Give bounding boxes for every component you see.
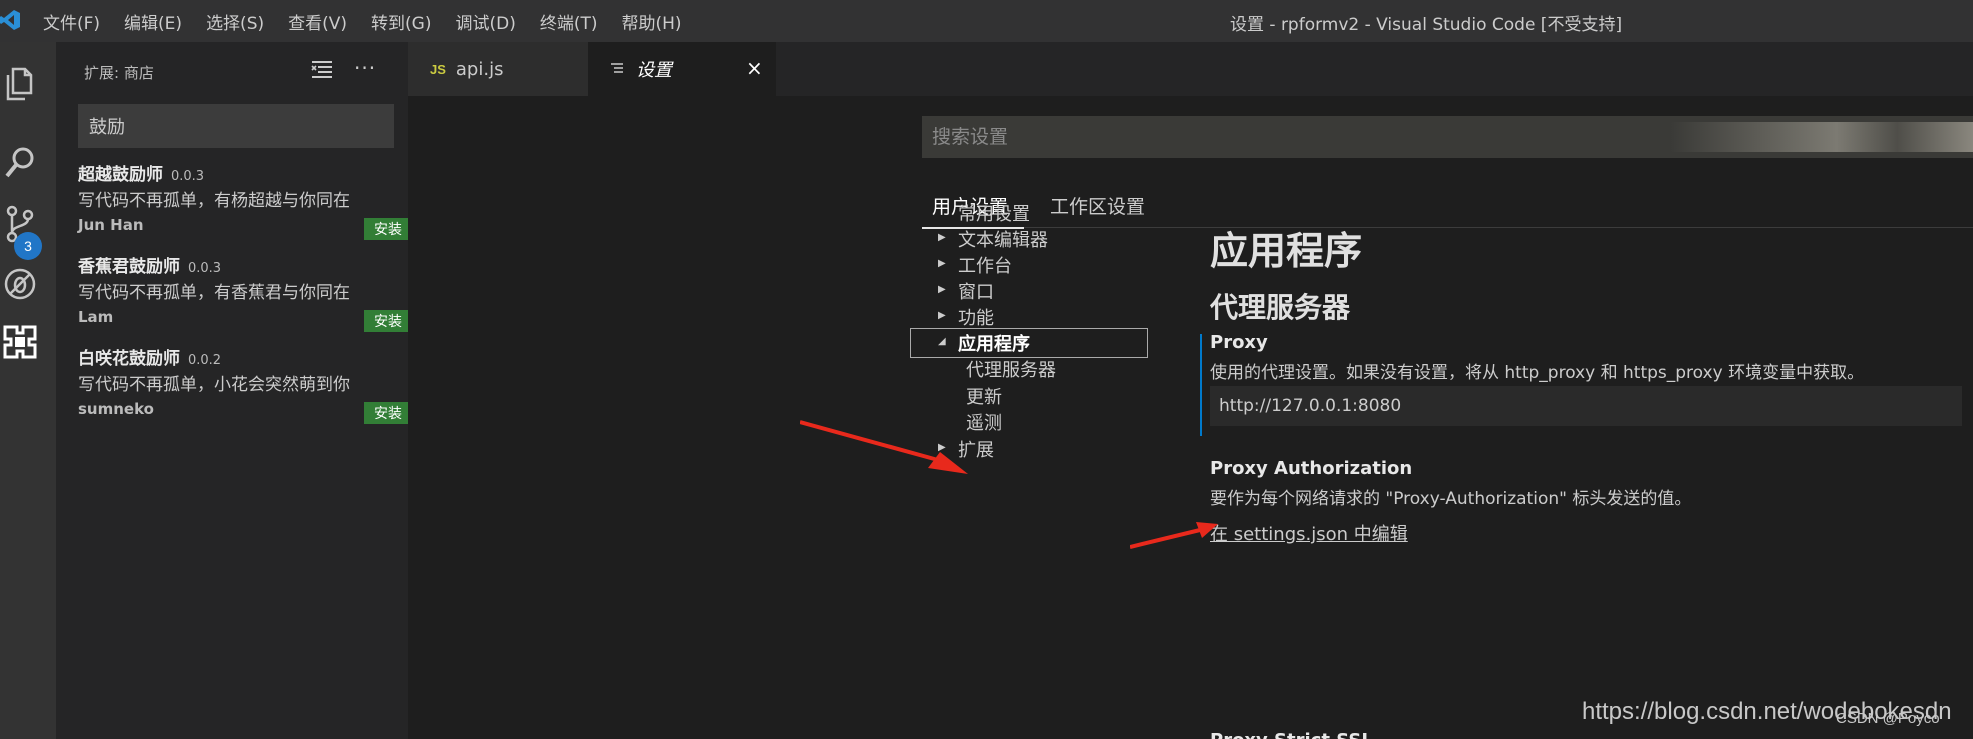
activity-bar: 3 — [0, 42, 56, 739]
extensions-icon[interactable] — [0, 320, 40, 364]
extension-author: Lam — [78, 308, 114, 326]
toc-item-telemetry[interactable]: 遥测 — [966, 409, 1002, 435]
install-button[interactable]: 安装 — [364, 402, 412, 424]
toc-item-workbench[interactable]: 工作台 — [958, 252, 1012, 278]
settings-editor: 用户设置 工作区设置 常用设置 ▶ 文本编辑器 ▶ 工作台 ▶ 窗口 ▶ 功能 … — [408, 96, 1973, 739]
search-bar-decoration — [1670, 122, 1973, 152]
sidebar-title: 扩展: 商店 — [84, 64, 154, 82]
annotation-arrow-icon — [1130, 522, 1218, 549]
more-actions-icon[interactable]: ··· — [354, 56, 376, 80]
proxy-input[interactable] — [1210, 386, 1962, 426]
toc-item-text-editor[interactable]: 文本编辑器 — [958, 226, 1048, 252]
tab-label: 设置 — [636, 60, 672, 81]
toc-item-update[interactable]: 更新 — [966, 383, 1002, 409]
debug-icon[interactable] — [0, 262, 40, 306]
toc-item-application[interactable]: 应用程序 — [958, 330, 1030, 356]
section-heading: 应用程序 — [1210, 229, 1363, 273]
vscode-logo-icon — [0, 10, 20, 30]
extension-version: 0.0.2 — [188, 353, 222, 368]
edit-in-settings-json-link[interactable]: 在 settings.json 中编辑 — [1210, 520, 1408, 546]
menu-view[interactable]: 查看(V) — [288, 9, 347, 34]
extension-item[interactable]: 超越鼓励师 0.0.3 写代码不再孤单，有杨超越与你同在 Jun Han 安装 — [78, 160, 412, 252]
menu-bar: 文件(F) 编辑(E) 选择(S) 查看(V) 转到(G) 调试(D) 终端(T… — [43, 0, 706, 42]
editor-tabs-bar: JS api.js 设置 × — [408, 42, 1973, 96]
menu-terminal[interactable]: 终端(T) — [540, 9, 598, 34]
menu-selection[interactable]: 选择(S) — [206, 9, 264, 34]
tab-workspace-settings[interactable]: 工作区设置 — [1050, 192, 1145, 227]
chevron-right-icon: ▶ — [938, 284, 946, 295]
toc-item-features[interactable]: 功能 — [958, 304, 994, 330]
explorer-icon[interactable] — [0, 62, 40, 106]
proxy-authorization-description: 要作为每个网络请求的 "Proxy-Authorization" 标头发送的值。 — [1210, 489, 1692, 509]
extension-item[interactable]: 香蕉君鼓励师 0.0.3 写代码不再孤单，有香蕉君与你同在 Lam 安装 — [78, 252, 412, 344]
chevron-right-icon: ▶ — [938, 232, 946, 243]
install-button[interactable]: 安装 — [364, 310, 412, 332]
close-icon[interactable]: × — [746, 56, 763, 80]
extension-description: 写代码不再孤单，有香蕉君与你同在 — [78, 283, 350, 303]
chevron-right-icon: ▶ — [938, 310, 946, 321]
extensions-search-input[interactable] — [78, 104, 394, 148]
annotation-arrow-icon — [800, 420, 968, 474]
menu-file[interactable]: 文件(F) — [43, 9, 100, 34]
extension-item[interactable]: 白咲花鼓励师 0.0.2 写代码不再孤单，小花会突然萌到你 sumneko 安装 — [78, 344, 412, 436]
extension-name: 超越鼓励师 — [78, 165, 163, 185]
extension-description: 写代码不再孤单，有杨超越与你同在 — [78, 191, 350, 211]
subsection-heading: 代理服务器 — [1210, 291, 1351, 324]
watermark-csdn: CSDN @Poyco — [1836, 710, 1940, 727]
toc-item-common[interactable]: 常用设置 — [958, 200, 1030, 226]
menu-go[interactable]: 转到(G) — [371, 9, 431, 34]
clear-extensions-icon[interactable] — [310, 58, 334, 82]
tab-label: api.js — [455, 58, 504, 80]
menu-edit[interactable]: 编辑(E) — [124, 9, 182, 34]
menu-debug[interactable]: 调试(D) — [455, 9, 515, 34]
settings-file-icon — [611, 63, 623, 73]
extension-version: 0.0.3 — [171, 169, 205, 184]
focused-setting-indicator — [1200, 334, 1202, 436]
window-title: 设置 - rpformv2 - Visual Studio Code [不受支持… — [1230, 15, 1623, 35]
toc-item-proxy[interactable]: 代理服务器 — [966, 356, 1056, 382]
extension-name: 香蕉君鼓励师 — [78, 257, 180, 277]
toc-item-window[interactable]: 窗口 — [958, 278, 994, 304]
proxy-setting-description: 使用的代理设置。如果没有设置，将从 http_proxy 和 https_pro… — [1210, 363, 1865, 383]
extension-description: 写代码不再孤单，小花会突然萌到你 — [78, 375, 350, 395]
javascript-file-icon: JS — [430, 61, 446, 77]
scm-count-badge: 3 — [14, 232, 42, 260]
chevron-down-icon: ◢ — [938, 336, 946, 347]
proxy-authorization-title: Proxy Authorization — [1210, 458, 1413, 479]
chevron-right-icon: ▶ — [938, 258, 946, 269]
extension-author: Jun Han — [78, 216, 144, 234]
search-icon[interactable] — [0, 140, 40, 184]
extension-name: 白咲花鼓励师 — [78, 349, 180, 369]
tab-api-js[interactable]: JS api.js — [408, 42, 588, 96]
extension-author: sumneko — [78, 400, 154, 418]
settings-scope-tabs: 用户设置 工作区设置 — [922, 186, 1973, 229]
menu-help[interactable]: 帮助(H) — [622, 9, 682, 34]
extension-version: 0.0.3 — [188, 261, 222, 276]
install-button[interactable]: 安装 — [364, 218, 412, 240]
title-bar: 文件(F) 编辑(E) 选择(S) 查看(V) 转到(G) 调试(D) 终端(T… — [0, 0, 1973, 42]
tab-settings[interactable]: 设置 × — [588, 42, 776, 96]
extensions-sidebar: 扩展: 商店 ··· 超越鼓励师 0.0.3 写代码不再孤单，有杨超越与你同在 J… — [56, 42, 412, 739]
next-setting-title: Proxy Strict SSL — [1210, 730, 1373, 739]
proxy-setting-title: Proxy — [1210, 332, 1268, 353]
